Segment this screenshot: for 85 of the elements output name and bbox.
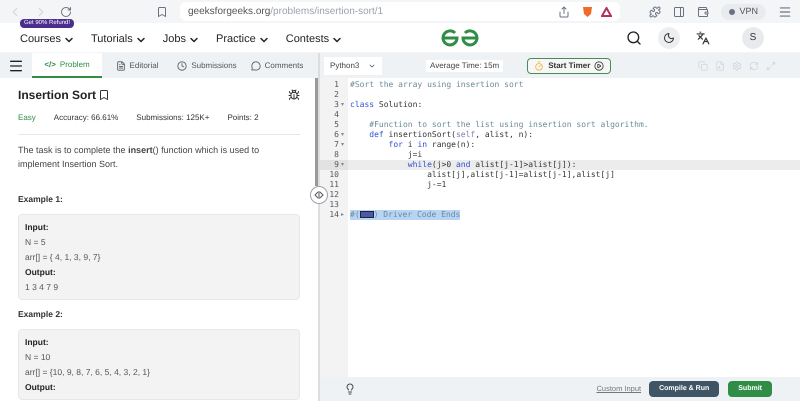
code-line: alist[j],alist[j-1]=alist[j-1],alist[j] xyxy=(426,170,615,179)
code-line: #( ) Driver Code Ends xyxy=(350,210,460,219)
nav-menu-item[interactable]: Jobs xyxy=(162,31,200,48)
line-number: 3 xyxy=(334,100,339,110)
share-icon[interactable] xyxy=(558,6,570,18)
line-number: 12 xyxy=(329,190,339,200)
example-value: N = 10 xyxy=(25,350,52,364)
code-line: j=i xyxy=(406,150,422,159)
vpn-button[interactable]: VPN xyxy=(721,4,766,20)
code-line: for i in range(n): xyxy=(388,140,476,149)
difficulty-label: Easy xyxy=(18,112,36,124)
address-bar[interactable]: geeksforgeeks.org/problems/insertion-sort/1 xyxy=(180,2,620,21)
avatar[interactable]: S xyxy=(742,26,764,48)
code-line: #Sort the array using insertion sort xyxy=(350,80,524,89)
translate-icon[interactable] xyxy=(696,30,710,44)
example-label: Input: xyxy=(25,220,50,234)
sidebar-icon[interactable] xyxy=(673,6,686,18)
start-timer-button[interactable]: Start Timer xyxy=(527,58,612,74)
problem-tab[interactable]: Comments xyxy=(242,53,312,78)
bookmark-icon[interactable] xyxy=(98,89,110,101)
lightbulb-icon[interactable] xyxy=(344,383,356,395)
accuracy-text: Accuracy: 66.61% xyxy=(54,112,118,124)
nav-menu-item[interactable]: Tutorials xyxy=(90,31,147,48)
menu-icon[interactable] xyxy=(8,58,24,74)
nav-menu-item[interactable]: Contests xyxy=(286,31,344,48)
problem-tab[interactable]: </> Problem xyxy=(32,53,102,78)
line-number: 13 xyxy=(329,200,339,210)
moon-icon xyxy=(663,32,675,44)
code-line: j-=1 xyxy=(426,180,446,189)
code-glyph: </> xyxy=(44,58,56,70)
line-number: 6 xyxy=(334,130,339,140)
problem-tab[interactable]: Submissions xyxy=(172,53,242,78)
bug-icon[interactable] xyxy=(288,89,300,101)
line-number: 7 xyxy=(334,140,339,150)
points-text: Points: 2 xyxy=(227,112,259,124)
tab-label: Submissions xyxy=(191,60,237,72)
example-title: Example 1: xyxy=(18,193,64,206)
play-icon xyxy=(594,60,604,70)
line-number: 11 xyxy=(329,180,339,190)
example-value: arr[] = { 4, 1, 3, 9, 7} xyxy=(25,250,102,264)
line-number: 8 xyxy=(334,150,339,160)
line-number: 4 xyxy=(334,110,339,120)
url-text: geeksforgeeks.org/problems/insertion-sort/1 xyxy=(188,5,384,19)
line-number: 2 xyxy=(334,90,339,100)
nav-menu-item[interactable]: Courses xyxy=(20,31,75,48)
line-number: 5 xyxy=(334,120,339,130)
line-number: 14 xyxy=(329,210,339,220)
line-number: 10 xyxy=(329,170,339,180)
reload-icon[interactable] xyxy=(60,6,72,18)
average-time-text: Average Time: 15m xyxy=(426,60,504,72)
example-value: 1 3 4 7 9 xyxy=(25,280,60,294)
logo-icon[interactable] xyxy=(440,28,479,46)
splitter-handle[interactable] xyxy=(310,186,328,204)
problem-tab[interactable]: Editorial xyxy=(102,53,172,78)
wallet-icon[interactable] xyxy=(697,6,710,18)
tab-label: Editorial xyxy=(130,60,158,72)
example-label: Input: xyxy=(25,336,50,348)
language-select[interactable]: Python3 xyxy=(324,56,382,74)
tab-label: Problem xyxy=(60,58,90,70)
code-line: def insertionSort(self, alist, n): xyxy=(368,130,534,139)
chat-bubble-icon xyxy=(250,60,261,70)
example-label: Output: xyxy=(25,380,57,394)
scrollbar[interactable] xyxy=(315,78,318,186)
submissions-text: Submissions: 125K+ xyxy=(136,112,210,124)
code-line: while(j>0 and alist[j-1]>alist[j]): xyxy=(406,160,576,169)
problem-title: Insertion Sort xyxy=(18,87,96,104)
nav-menu-item[interactable]: Practice xyxy=(216,31,270,48)
example-value: N = 5 xyxy=(25,236,47,249)
code-line: class Solution: xyxy=(350,100,422,109)
example-label: Output: xyxy=(25,266,57,279)
document-icon xyxy=(116,60,126,70)
line-number: 9 xyxy=(334,160,339,170)
example-title: Example 2: xyxy=(18,308,64,320)
search-icon[interactable] xyxy=(626,30,642,46)
dark-mode-button[interactable] xyxy=(658,26,680,48)
shield-icon[interactable] xyxy=(582,6,593,18)
line-number: 1 xyxy=(334,80,339,90)
triangle-icon[interactable] xyxy=(601,6,612,16)
extensions-icon[interactable] xyxy=(649,6,662,18)
tab-label: Comments xyxy=(264,60,304,72)
problem-description: The task is to complete the insert() function which is used to implement Insertion Sort. xyxy=(18,144,260,171)
stopwatch-icon xyxy=(534,60,544,70)
clock-icon xyxy=(177,60,188,70)
code-line: #Function to sort the list using insertion sort algorithm. xyxy=(368,120,649,129)
example-value: arr[] = {10, 9, 8, 7, 6, 5, 4, 3, 2, 1} xyxy=(25,366,151,378)
